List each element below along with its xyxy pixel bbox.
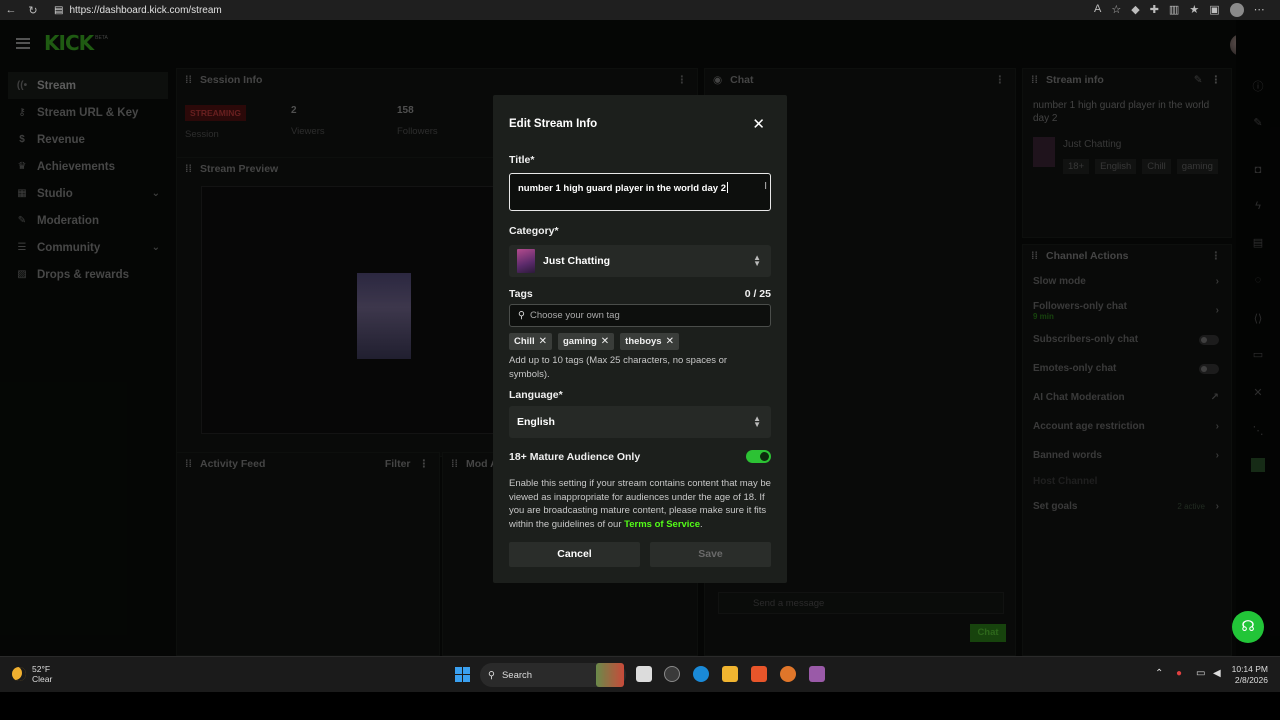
title-input-value: number 1 high guard player in the world … — [518, 183, 726, 194]
file-explorer-icon[interactable] — [722, 666, 738, 682]
clock-time: 10:14 PM — [1231, 664, 1268, 674]
category-thumbnail — [517, 249, 535, 273]
split-screen-icon[interactable]: ▥ — [1169, 3, 1179, 17]
category-label: Category* — [509, 225, 559, 237]
tags-label: Tags — [509, 288, 533, 300]
text-caret — [726, 182, 728, 193]
favorites-icon[interactable]: ★ — [1189, 3, 1199, 17]
read-aloud-icon[interactable]: A — [1094, 3, 1101, 17]
site-info-icon[interactable]: ▤ — [54, 5, 63, 16]
category-value: Just Chatting — [543, 255, 611, 267]
language-label: Language* — [509, 389, 563, 401]
clock[interactable]: 10:14 PM 2/8/2026 — [1232, 664, 1268, 686]
edge-icon[interactable] — [693, 666, 709, 682]
reload-icon[interactable]: ↻ — [22, 4, 44, 17]
browser-profile-icon[interactable] — [1229, 3, 1244, 17]
windows-start-icon[interactable] — [455, 667, 470, 682]
language-select[interactable]: English ▲ ▼ — [509, 406, 771, 438]
network-icon[interactable]: ▭ — [1196, 668, 1205, 679]
mature-help-end: . — [700, 518, 703, 530]
microphone-icon[interactable]: ● — [1176, 668, 1182, 679]
tag-chip-label: theboys — [625, 336, 662, 347]
weather-condition: Clear — [32, 674, 53, 684]
volume-icon[interactable]: ◀ — [1213, 668, 1221, 679]
screen-bottom-bar — [0, 692, 1280, 720]
firefox-icon[interactable] — [780, 666, 796, 682]
weather-widget[interactable]: 52°F Clear — [12, 664, 52, 684]
search-icon: ⚲ — [488, 669, 495, 681]
tag-chip: Chill ✕ — [509, 333, 552, 350]
game-app-icon[interactable] — [809, 666, 825, 682]
text-cursor-icon: I — [764, 181, 767, 192]
brave-icon[interactable] — [751, 666, 767, 682]
task-view-icon[interactable] — [636, 666, 652, 682]
select-arrows-icon: ▲ ▼ — [753, 253, 761, 268]
close-icon[interactable]: ✕ — [752, 115, 765, 133]
title-input[interactable]: number 1 high guard player in the world … — [509, 173, 771, 211]
tags-counter: 0 / 25 — [744, 288, 771, 300]
mature-label: 18+ Mature Audience Only — [509, 451, 641, 463]
favorite-star-icon[interactable]: ☆ — [1111, 3, 1121, 17]
edit-stream-info-dialog: Edit Stream Info ✕ Title* number 1 high … — [493, 95, 787, 583]
show-hidden-icons-icon[interactable]: ⌃ — [1155, 668, 1163, 679]
language-value: English — [517, 416, 555, 428]
selected-tags: Chill ✕ gaming ✕ theboys ✕ — [509, 333, 679, 350]
mature-toggle[interactable] — [746, 450, 771, 463]
collections-icon[interactable]: ▣ — [1209, 3, 1219, 17]
tag-chip-label: gaming — [562, 336, 597, 347]
tags-help-text: Add up to 10 tags (Max 25 characters, no… — [509, 355, 728, 380]
tag-chip: gaming ✕ — [557, 333, 615, 350]
extension-icon[interactable]: ◆ — [1131, 3, 1139, 17]
browser-toolbar: ← ↻ ▤ https://dashboard.kick.com/stream … — [0, 0, 1280, 20]
tag-search-input[interactable]: ⚲ Choose your own tag — [509, 304, 771, 327]
puzzle-icon[interactable]: ✚ — [1150, 3, 1159, 17]
copilot-icon[interactable] — [664, 666, 680, 682]
terms-of-service-link[interactable]: Terms of Service — [624, 519, 700, 530]
address-bar[interactable]: ▤ https://dashboard.kick.com/stream — [48, 2, 1078, 18]
taskbar-search-label: Search — [501, 669, 533, 681]
save-button[interactable]: Save — [650, 542, 771, 567]
remove-tag-icon[interactable]: ✕ — [666, 336, 674, 347]
search-icon: ⚲ — [518, 310, 525, 321]
support-headset-icon[interactable]: ☊ — [1232, 611, 1264, 643]
category-select[interactable]: Just Chatting ▲ ▼ — [509, 245, 771, 277]
mature-help-text: Enable this setting if your stream conta… — [509, 477, 773, 531]
select-arrows-icon: ▲ ▼ — [753, 414, 761, 429]
moon-icon — [12, 667, 26, 681]
windows-taskbar: 52°F Clear ⚲ Search ⌃ ● ▭ ◀ 10:14 PM 2/8/20… — [0, 656, 1280, 692]
cancel-button[interactable]: Cancel — [509, 542, 640, 567]
tag-chip: theboys ✕ — [620, 333, 679, 350]
tag-chip-label: Chill — [514, 336, 535, 347]
remove-tag-icon[interactable]: ✕ — [539, 336, 547, 347]
title-label: Title* — [509, 154, 535, 166]
clock-date: 2/8/2026 — [1234, 675, 1268, 685]
temperature: 52°F — [32, 664, 51, 674]
back-icon[interactable]: ← — [0, 4, 22, 16]
more-menu-icon[interactable]: ⋯ — [1254, 3, 1265, 17]
tag-input-placeholder: Choose your own tag — [529, 310, 620, 321]
search-highlight-icon[interactable] — [596, 663, 624, 687]
dialog-title: Edit Stream Info — [509, 118, 598, 130]
remove-tag-icon[interactable]: ✕ — [601, 336, 609, 347]
url-text: https://dashboard.kick.com/stream — [69, 4, 222, 16]
